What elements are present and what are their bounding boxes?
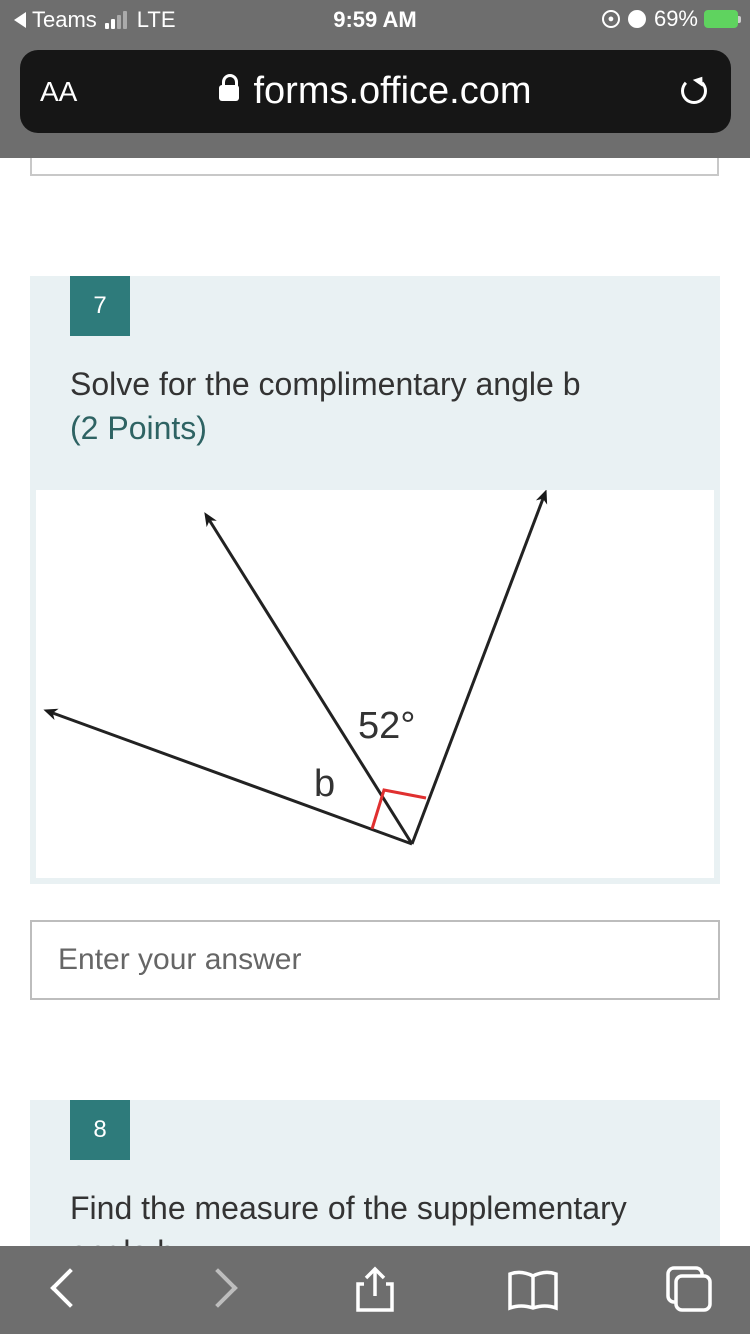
angle-figure: 52° b [36, 489, 714, 878]
tabs-button[interactable] [664, 1264, 714, 1314]
angle-label-52: 52° [358, 705, 415, 747]
question-title: Solve for the complimentary angle b [70, 366, 581, 402]
share-icon [356, 1266, 394, 1312]
question-number: 8 [70, 1100, 130, 1160]
question-card-8: 8 Find the measure of the supplementary … [30, 1100, 720, 1270]
previous-answer-input[interactable] [30, 158, 719, 176]
question-points: (2 Points) [70, 410, 207, 446]
book-icon [508, 1270, 558, 1311]
share-button[interactable] [350, 1264, 400, 1314]
bookmarks-button[interactable] [506, 1264, 558, 1314]
chevron-left-icon [50, 1268, 90, 1308]
question-number: 7 [70, 276, 130, 336]
url-field[interactable]: forms.office.com [20, 70, 731, 113]
question-text: Solve for the complimentary angle b (2 P… [70, 362, 580, 450]
question-card-7: 7 Solve for the complimentary angle b (2… [30, 276, 720, 884]
ray-right [410, 489, 548, 845]
battery-percent: 69% [653, 6, 698, 31]
status-right: ● 69% [601, 6, 741, 32]
battery-icon [704, 10, 741, 28]
status-bar: Teams LTE 9:59 AM ● 69% [0, 0, 750, 40]
forward-button[interactable] [196, 1264, 246, 1314]
url-text: forms.office.com [253, 70, 532, 112]
rotation-lock-icon: ● [601, 10, 620, 28]
reload-icon[interactable] [681, 78, 707, 104]
chevron-right-icon [198, 1268, 238, 1308]
alarm-icon [627, 10, 646, 28]
angle-label-b: b [314, 763, 335, 805]
answer-input[interactable] [30, 920, 720, 1000]
browser-toolbar [0, 1246, 750, 1334]
tabs-icon [666, 1266, 712, 1312]
browser-header: AA forms.office.com [0, 40, 750, 158]
angle-diagram: 52° b [43, 489, 548, 846]
lock-icon [219, 74, 240, 101]
address-bar[interactable]: AA forms.office.com [20, 50, 731, 133]
back-button[interactable] [40, 1264, 90, 1314]
